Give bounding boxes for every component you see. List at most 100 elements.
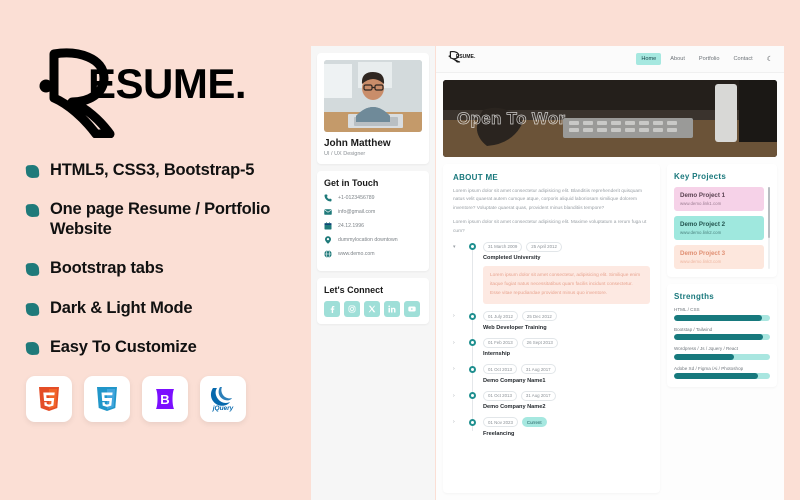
timeline-heading: Freelancing	[483, 430, 515, 437]
contact-item-website[interactable]: www.demo.com	[324, 250, 422, 258]
timeline-dates: 31 March 2009 25 April 2012	[483, 241, 650, 252]
nav-link-about[interactable]: About	[665, 53, 690, 65]
status-badge: Current	[521, 417, 547, 428]
globe-icon	[324, 250, 332, 258]
skill-bar-track	[674, 334, 770, 340]
date-chip-start: 01 Nov 2023	[483, 417, 518, 428]
timeline-dot	[468, 339, 476, 347]
linkedin-icon[interactable]	[384, 301, 400, 317]
moon-icon[interactable]: ☾	[767, 56, 773, 63]
side-column: Key Projects Demo Project 1 www.demo.lin…	[667, 164, 777, 493]
nav-link-home[interactable]: Home	[636, 53, 662, 65]
contact-item-phone[interactable]: +1-0123456789	[324, 194, 422, 202]
timeline-dot	[468, 243, 476, 251]
social-card: Let's Connect	[317, 278, 429, 324]
key-projects-card: Key Projects Demo Project 1 www.demo.lin…	[667, 164, 777, 277]
svg-text:B: B	[160, 392, 169, 407]
navbar-logo[interactable]: ESUME.	[447, 50, 481, 68]
skill-item: Wordpress / Js / Jquery / React	[674, 346, 770, 360]
timeline-item[interactable]: ▾ 31 March 2009 25 April 2012 Completed …	[453, 241, 650, 305]
scrollbar[interactable]	[767, 187, 770, 269]
chevron-right-icon[interactable]: ›	[453, 393, 455, 399]
timeline-item[interactable]: › 01 Nov 2023 Current Freelancing	[453, 417, 650, 437]
site-content: ABOUT ME Lorem ipsum dolor sit amet cons…	[436, 164, 784, 500]
connect-title: Let's Connect	[324, 285, 384, 295]
project-link: www.demo.link1.com	[680, 201, 722, 206]
css3-icon	[84, 375, 130, 422]
project-item[interactable]: Demo Project 1 www.demo.link1.com	[674, 187, 764, 211]
hero-title: Open To Wor	[457, 108, 566, 128]
feature-label: Easy To Customize	[50, 337, 197, 356]
calendar-icon	[324, 222, 332, 230]
timeline-item[interactable]: › 01 Feb 2013 26 Sept 2013 Internship	[453, 337, 650, 357]
svg-text:ESUME.: ESUME.	[456, 54, 476, 60]
avatar	[324, 60, 422, 132]
project-item[interactable]: Demo Project 3 www.demo.link3.com	[674, 245, 764, 269]
skill-bar-track	[674, 373, 770, 379]
project-link: www.demo.link2.com	[680, 230, 722, 235]
nav-link-contact[interactable]: Contact	[728, 53, 757, 65]
timeline-heading: Completed University	[483, 255, 541, 262]
feature-label: Dark & Light Mode	[50, 298, 193, 317]
about-and-timeline-column: ABOUT ME Lorem ipsum dolor sit amet cons…	[443, 164, 660, 493]
nav-link-portfolio[interactable]: Portfolio	[694, 53, 725, 65]
youtube-icon[interactable]	[404, 301, 420, 317]
feature-item: Bootstrap tabs	[25, 258, 292, 278]
website-preview: ESUME. Home About Portfolio Contact ☾ Op…	[436, 46, 784, 500]
chevron-right-icon[interactable]: ›	[453, 366, 455, 372]
profile-card: John Matthew UI / UX Designer	[317, 53, 429, 164]
date-chip-end: 25 Dec 2012	[521, 311, 557, 322]
about-title: ABOUT ME	[453, 173, 499, 182]
feature-item: HTML5, CSS3, Bootstrap-5	[25, 160, 292, 180]
date-chip-start: 31 March 2009	[483, 241, 523, 252]
bullet-icon	[25, 341, 40, 356]
skill-item: HTML / CSS	[674, 307, 770, 321]
timeline-item[interactable]: › 01 Oct 2013 31 Aug 2017 Demo Company N…	[453, 364, 650, 384]
projects-scroll-area[interactable]: Demo Project 1 www.demo.link1.com Demo P…	[674, 187, 770, 269]
contact-card: Get in Touch +1-0123456789 info@gmail.co…	[317, 171, 429, 271]
contact-value: dummylocation downtown	[338, 237, 398, 243]
timeline-item[interactable]: › 01 July 2012 25 Dec 2012 Web Developer…	[453, 311, 650, 331]
timeline-heading: Demo Company Name2	[483, 404, 546, 411]
facebook-icon[interactable]	[324, 301, 340, 317]
timeline-item[interactable]: › 01 Oct 2013 31 Aug 2017 Demo Company N…	[453, 390, 650, 411]
x-twitter-icon[interactable]	[364, 301, 380, 317]
chevron-down-icon[interactable]: ▾	[453, 244, 456, 250]
tech-badge-row: B jQuery	[26, 375, 292, 422]
feature-item: Dark & Light Mode	[25, 298, 292, 318]
skill-bar-fill	[674, 373, 759, 379]
projects-title: Key Projects	[674, 172, 727, 181]
feature-label: One page Resume / Portfolio Website	[50, 200, 271, 239]
contact-item-email[interactable]: info@gmail.com	[324, 208, 422, 216]
instagram-icon[interactable]	[344, 301, 360, 317]
bullet-icon	[25, 164, 40, 179]
feature-label: HTML5, CSS3, Bootstrap-5	[50, 161, 255, 179]
timeline-dot	[468, 312, 476, 320]
bullet-icon	[25, 262, 40, 277]
site-navbar: ESUME. Home About Portfolio Contact ☾	[436, 46, 784, 73]
project-name: Demo Project 1	[680, 192, 726, 199]
contact-value: 24.12.1996	[338, 223, 364, 229]
hero-banner: Open To Wor	[443, 80, 777, 157]
date-chip-start: 01 Feb 2013	[483, 337, 518, 348]
date-chip-start: 01 Oct 2013	[483, 390, 517, 401]
resume-logo: ESUME.	[26, 46, 292, 138]
project-name: Demo Project 3	[680, 250, 726, 257]
project-item[interactable]: Demo Project 2 www.demo.link2.com	[674, 216, 764, 240]
chevron-right-icon[interactable]: ›	[453, 419, 455, 425]
contact-title: Get in Touch	[324, 178, 379, 188]
promo-panel: ESUME. HTML5, CSS3, Bootstrap-5 One page…	[0, 0, 310, 500]
skill-item: Bootstap / Tailwind	[674, 327, 770, 340]
strengths-title: Strengths	[674, 292, 715, 301]
timeline-dot	[468, 365, 476, 373]
contact-item-birthdate: 24.12.1996	[324, 222, 422, 230]
jquery-icon: jQuery	[200, 375, 246, 422]
social-links	[324, 301, 422, 317]
chevron-right-icon[interactable]: ›	[453, 340, 455, 346]
location-icon	[324, 236, 332, 244]
feature-item: One page Resume / Portfolio Website	[25, 199, 292, 239]
skill-label: HTML / CSS	[674, 307, 700, 312]
scrollbar-thumb[interactable]	[767, 187, 770, 238]
timeline-body: Lorem ipsum dolor sit amet consectetur, …	[483, 266, 650, 305]
chevron-right-icon[interactable]: ›	[453, 313, 455, 319]
